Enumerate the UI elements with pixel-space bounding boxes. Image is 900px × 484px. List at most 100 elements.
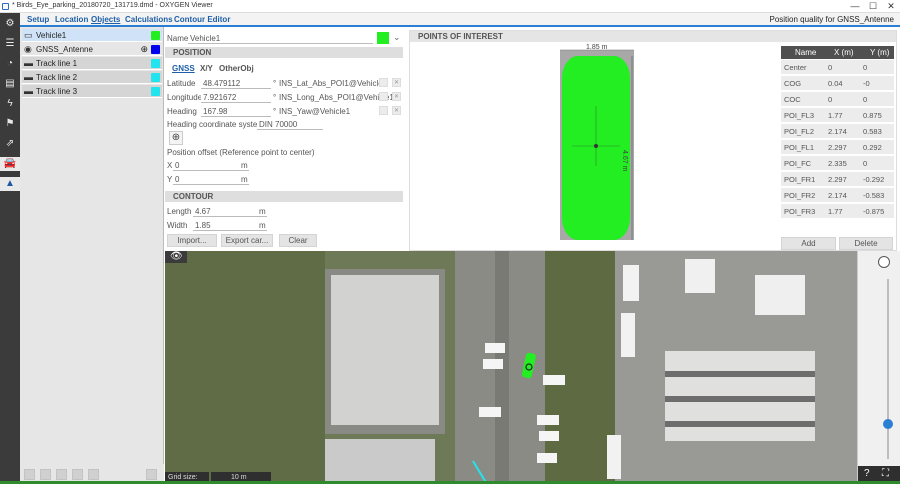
- object-item-track-line-1[interactable]: ▬ Track line 1: [22, 57, 162, 70]
- width-input[interactable]: 1.85: [193, 220, 267, 231]
- latitude-input[interactable]: 48.479112: [201, 78, 271, 89]
- x-offset-input[interactable]: 0: [173, 160, 249, 171]
- building-roof-lower: [325, 439, 435, 484]
- poi-x-cell: 2.174: [828, 191, 847, 200]
- tab-objects[interactable]: Objects: [91, 15, 120, 24]
- table-row[interactable]: POI_FL3 1.77 0.875: [781, 108, 894, 123]
- tab-calculations[interactable]: Calculations: [125, 15, 173, 24]
- table-row[interactable]: POI_FC 2.335 0: [781, 156, 894, 171]
- col-x: X (m): [834, 48, 854, 57]
- table-row[interactable]: POI_FR2 2.174 -0.583: [781, 188, 894, 203]
- flag-icon[interactable]: ⚑: [3, 117, 17, 131]
- add-truck-button[interactable]: [40, 469, 51, 480]
- color-swatch[interactable]: [151, 31, 160, 40]
- close-button[interactable]: ✕: [882, 0, 900, 13]
- eye-icon[interactable]: 👁: [170, 251, 183, 262]
- add-car-button[interactable]: [24, 469, 35, 480]
- zoom-slider-track[interactable]: [887, 279, 889, 459]
- add-poi-button[interactable]: [56, 469, 67, 480]
- subtab-otherobj[interactable]: OtherObj: [219, 64, 254, 73]
- chevron-down-icon[interactable]: ⌄: [393, 32, 401, 43]
- add-button[interactable]: Add: [781, 237, 836, 250]
- building-roof-inner: [331, 275, 439, 425]
- delete-button[interactable]: Delete: [839, 237, 893, 250]
- object-item-vehicle1[interactable]: ▭ Vehicle1: [22, 29, 162, 42]
- zoom-slider-handle[interactable]: [883, 419, 893, 429]
- color-swatch[interactable]: [151, 59, 160, 68]
- longitude-input[interactable]: 7.921672: [201, 92, 271, 103]
- import-button[interactable]: Import...: [167, 234, 217, 247]
- link-button[interactable]: [379, 106, 388, 115]
- color-picker[interactable]: [377, 32, 389, 44]
- crosshair-icon[interactable]: ⊕: [169, 131, 183, 145]
- export-icon[interactable]: ⇗: [3, 137, 17, 151]
- color-swatch[interactable]: [151, 45, 160, 54]
- heading-coordinate-select[interactable]: DIN 70000: [257, 119, 323, 130]
- subtab-xy[interactable]: X/Y: [200, 64, 213, 73]
- gear-icon[interactable]: ⚙: [3, 17, 17, 31]
- tab-location[interactable]: Location: [55, 15, 88, 24]
- compass-icon[interactable]: [878, 256, 890, 268]
- poi-y-cell: -0: [863, 79, 870, 88]
- delete-object-button[interactable]: [146, 469, 157, 480]
- contour-header: CONTOUR: [165, 191, 403, 202]
- vehicle-contour-diagram: 1.85 m 4.67 m: [560, 44, 640, 242]
- heading-input[interactable]: 167.98: [201, 106, 271, 117]
- object-item-track-line-3[interactable]: ▬ Track line 3: [22, 85, 162, 98]
- crosshair-icon[interactable]: ⊕: [140, 43, 148, 56]
- fullscreen-icon[interactable]: ⛶: [882, 468, 889, 479]
- table-row[interactable]: POI_FL1 2.297 0.292: [781, 140, 894, 155]
- lightning-icon[interactable]: ϟ: [3, 97, 17, 111]
- maximize-button[interactable]: ☐: [864, 0, 882, 13]
- table-row[interactable]: COC 0 0: [781, 92, 894, 107]
- car-icon[interactable]: 🚘: [0, 157, 20, 171]
- parked-car: [479, 407, 501, 417]
- add-track-button[interactable]: [72, 469, 83, 480]
- add-zone-button[interactable]: [88, 469, 99, 480]
- truck-row: [685, 259, 715, 293]
- window-title: * Birds_Eye_parking_20180720_131719.dmd …: [12, 2, 213, 9]
- poi-y-cell: 0: [863, 63, 868, 72]
- table-row[interactable]: POI_FR1 2.297 -0.292: [781, 172, 894, 187]
- table-row[interactable]: POI_FL2 2.174 0.583: [781, 124, 894, 139]
- poi-x-cell: 2.297: [828, 175, 847, 184]
- table-row[interactable]: COG 0.04 -0: [781, 76, 894, 91]
- track-icon: ▬: [24, 72, 33, 82]
- report-icon[interactable]: ▤: [3, 77, 17, 91]
- y-offset-input[interactable]: 0: [173, 174, 249, 185]
- table-row[interactable]: Center 0 0: [781, 60, 894, 75]
- clear-x-button[interactable]: ✕: [392, 78, 401, 87]
- truck: [623, 265, 639, 301]
- triangle-icon[interactable]: ▲: [0, 177, 20, 191]
- longitude-channel[interactable]: INS_Long_Abs_POI1@Vehicle1: [279, 93, 394, 102]
- subtab-gnss[interactable]: GNSS: [172, 64, 195, 73]
- poi-name-cell: COG: [784, 79, 802, 88]
- parked-car: [537, 453, 557, 463]
- clear-x-button[interactable]: ✕: [392, 106, 401, 115]
- heading-channel[interactable]: INS_Yaw@Vehicle1: [279, 107, 350, 116]
- clear-button[interactable]: Clear: [279, 234, 317, 247]
- link-button[interactable]: [379, 92, 388, 101]
- link-button[interactable]: [379, 78, 388, 87]
- tab-contour-editor[interactable]: Contour Editor: [174, 15, 230, 24]
- object-item-track-line-2[interactable]: ▬ Track line 2: [22, 71, 162, 84]
- gauge-icon[interactable]: ◔: [3, 57, 17, 71]
- name-input[interactable]: Vehicle1: [188, 33, 373, 44]
- list-icon[interactable]: ☰: [3, 37, 17, 51]
- minimize-button[interactable]: —: [846, 0, 864, 13]
- tab-setup[interactable]: Setup: [27, 15, 49, 24]
- help-icon[interactable]: ?: [864, 468, 870, 479]
- color-swatch[interactable]: [151, 73, 160, 82]
- poi-name-cell: POI_FL3: [784, 111, 815, 120]
- export-car-button[interactable]: Export car...: [221, 234, 273, 247]
- length-input[interactable]: 4.67: [193, 206, 267, 217]
- clear-x-button[interactable]: ✕: [392, 92, 401, 101]
- latitude-channel[interactable]: INS_Lat_Abs_POI1@Vehicle1: [279, 79, 387, 88]
- poi-x-cell: 2.174: [828, 127, 847, 136]
- map-view[interactable]: 👁 Grid size: 10m 10 m: [165, 251, 857, 484]
- parked-car: [539, 431, 559, 441]
- table-row[interactable]: POI_FR3 1.77 -0.875: [781, 204, 894, 219]
- unit-label: °: [273, 107, 277, 116]
- color-swatch[interactable]: [151, 87, 160, 96]
- object-item-gnss-antenne[interactable]: ◉ GNSS_Antenne ⊕: [22, 43, 162, 56]
